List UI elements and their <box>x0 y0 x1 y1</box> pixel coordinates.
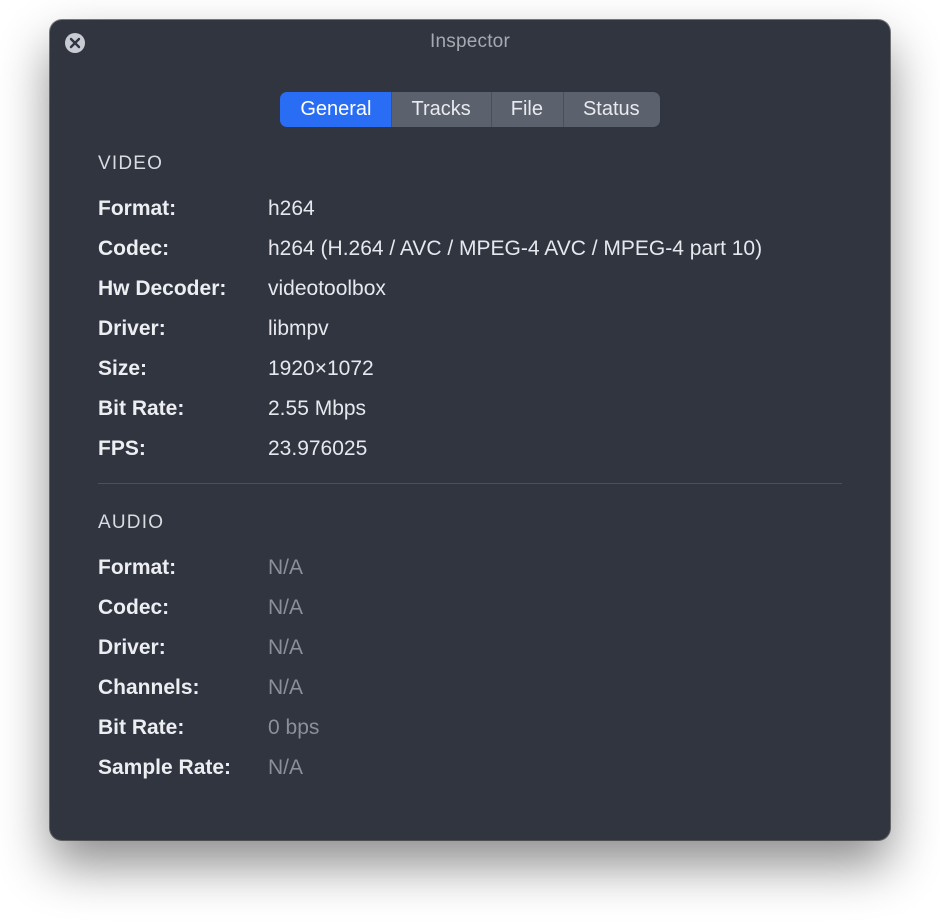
video-bit-rate-row: Bit Rate: 2.55 Mbps <box>98 397 842 421</box>
audio-channels-label: Channels: <box>98 676 268 700</box>
video-bit-rate-label: Bit Rate: <box>98 397 268 421</box>
close-button[interactable] <box>64 32 86 54</box>
audio-section-heading: AUDIO <box>98 512 842 534</box>
audio-bit-rate-row: Bit Rate: 0 bps <box>98 716 842 740</box>
audio-sample-rate-value: N/A <box>268 756 303 780</box>
section-divider <box>98 483 842 484</box>
video-bit-rate-value: 2.55 Mbps <box>268 397 366 421</box>
video-hw-decoder-label: Hw Decoder: <box>98 277 268 301</box>
tab-general[interactable]: General <box>280 92 391 127</box>
video-driver-row: Driver: libmpv <box>98 317 842 341</box>
tab-file[interactable]: File <box>491 92 563 127</box>
audio-codec-value: N/A <box>268 596 303 620</box>
audio-channels-row: Channels: N/A <box>98 676 842 700</box>
video-format-value: h264 <box>268 197 315 221</box>
video-codec-row: Codec: h264 (H.264 / AVC / MPEG-4 AVC / … <box>98 237 842 261</box>
video-fps-label: FPS: <box>98 437 268 461</box>
audio-sample-rate-label: Sample Rate: <box>98 756 268 780</box>
audio-driver-row: Driver: N/A <box>98 636 842 660</box>
video-hw-decoder-row: Hw Decoder: videotoolbox <box>98 277 842 301</box>
video-fps-value: 23.976025 <box>268 437 367 461</box>
audio-codec-label: Codec: <box>98 596 268 620</box>
audio-channels-value: N/A <box>268 676 303 700</box>
segmented-control: General Tracks File Status <box>280 92 659 127</box>
video-format-label: Format: <box>98 197 268 221</box>
window-title: Inspector <box>430 31 510 53</box>
audio-codec-row: Codec: N/A <box>98 596 842 620</box>
video-driver-value: libmpv <box>268 317 329 341</box>
video-codec-value: h264 (H.264 / AVC / MPEG-4 AVC / MPEG-4 … <box>268 237 762 261</box>
titlebar: Inspector <box>50 20 890 64</box>
video-hw-decoder-value: videotoolbox <box>268 277 386 301</box>
video-section-heading: VIDEO <box>98 153 842 175</box>
content-area: VIDEO Format: h264 Codec: h264 (H.264 / … <box>50 153 890 840</box>
video-fps-row: FPS: 23.976025 <box>98 437 842 461</box>
tab-status[interactable]: Status <box>563 92 660 127</box>
audio-format-row: Format: N/A <box>98 556 842 580</box>
audio-driver-label: Driver: <box>98 636 268 660</box>
video-format-row: Format: h264 <box>98 197 842 221</box>
audio-driver-value: N/A <box>268 636 303 660</box>
video-size-value: 1920×1072 <box>268 357 374 381</box>
audio-bit-rate-value: 0 bps <box>268 716 319 740</box>
audio-format-value: N/A <box>268 556 303 580</box>
video-codec-label: Codec: <box>98 237 268 261</box>
video-size-label: Size: <box>98 357 268 381</box>
audio-format-label: Format: <box>98 556 268 580</box>
video-driver-label: Driver: <box>98 317 268 341</box>
close-icon <box>64 32 86 54</box>
audio-sample-rate-row: Sample Rate: N/A <box>98 756 842 780</box>
inspector-window: Inspector General Tracks File Status VID… <box>50 20 890 840</box>
tab-bar: General Tracks File Status <box>50 92 890 127</box>
audio-bit-rate-label: Bit Rate: <box>98 716 268 740</box>
video-size-row: Size: 1920×1072 <box>98 357 842 381</box>
tab-tracks[interactable]: Tracks <box>391 92 490 127</box>
